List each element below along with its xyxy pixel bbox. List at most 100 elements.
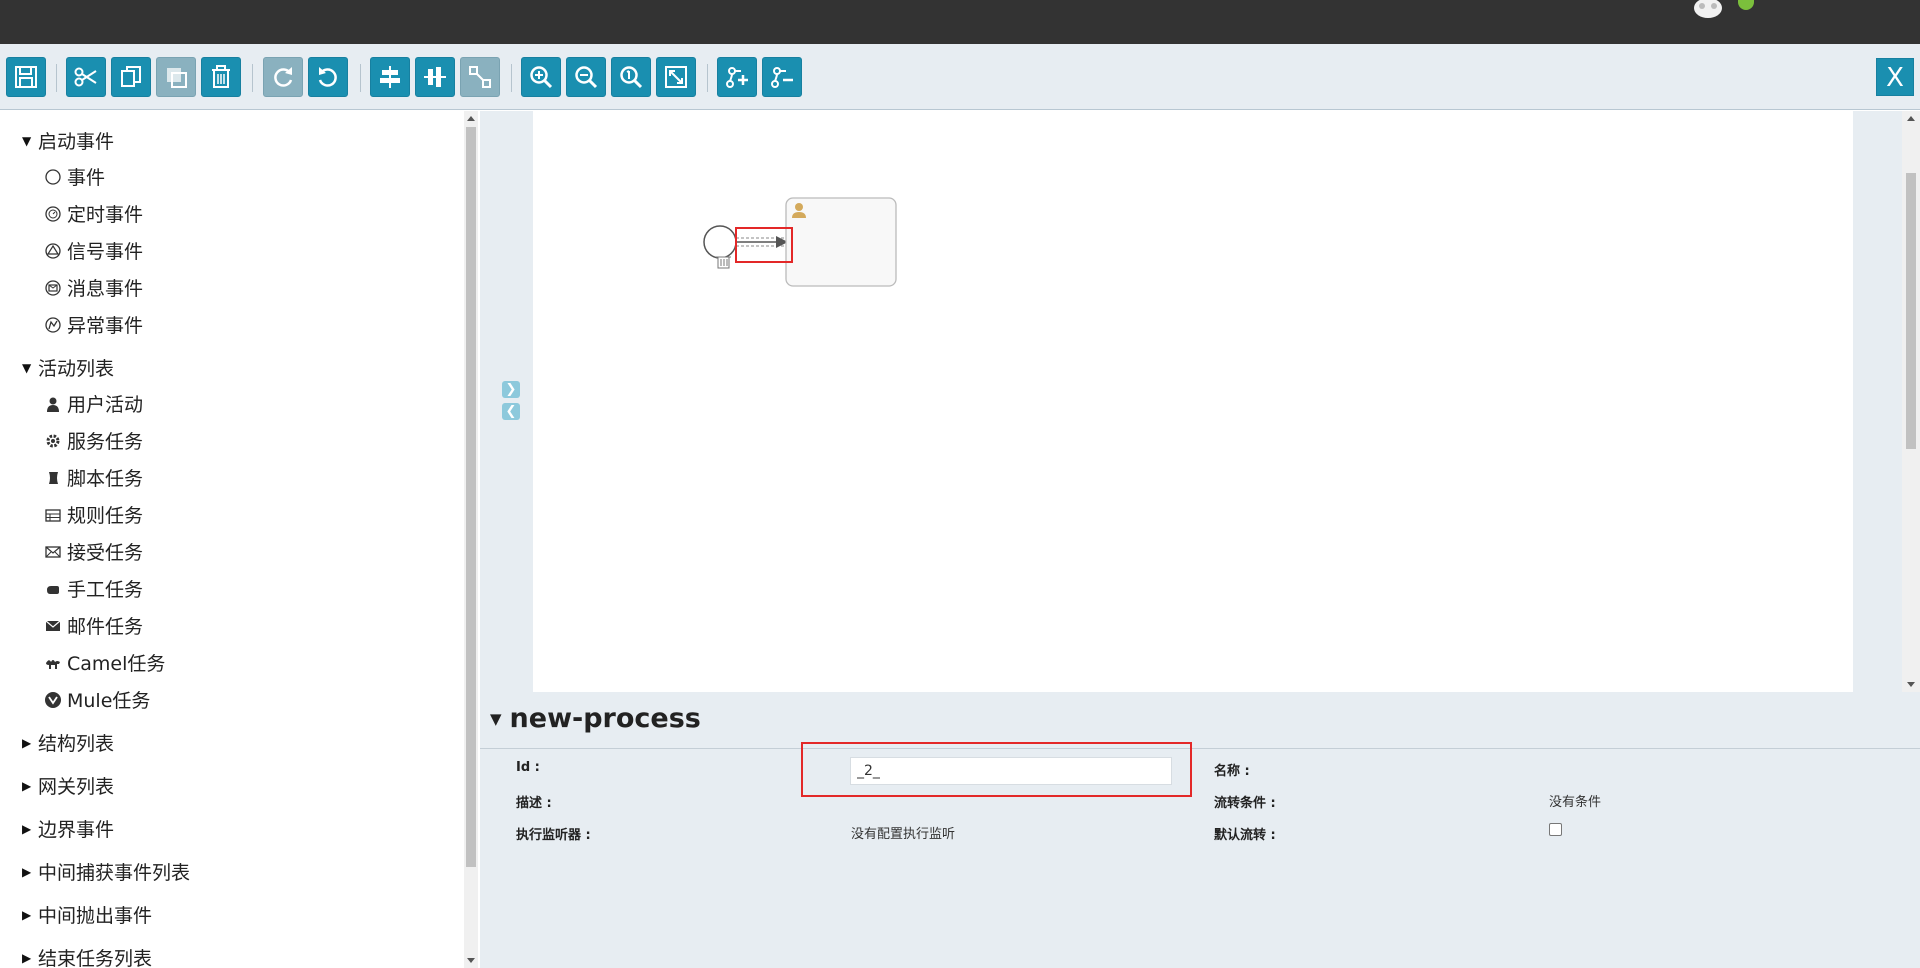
palette-item-label: Mule任务 (67, 690, 151, 712)
diagram-svg (703, 197, 897, 287)
redo-icon (274, 67, 293, 87)
diagram-canvas[interactable] (533, 111, 1853, 692)
user-task-node[interactable] (785, 197, 897, 287)
top-bar (0, 0, 1920, 44)
chevron-down-icon: ▼ (22, 133, 32, 148)
scroll-down-arrow-icon[interactable] (1907, 682, 1915, 687)
chevron-right-icon: ▶ (22, 821, 32, 836)
zoom-actual-button[interactable] (611, 57, 651, 97)
expand-panel-button[interactable]: ❯ (502, 381, 520, 398)
palette-item-label: 手工任务 (67, 579, 144, 601)
palette-item-rule-task[interactable]: 规则任务 (43, 501, 143, 528)
description-label: 描述 : (516, 796, 552, 811)
zoom-in-button[interactable] (521, 57, 561, 97)
palette-group-label: 结束任务列表 (38, 948, 153, 968)
palette-group-end-events[interactable]: ▶ 结束任务列表 (22, 944, 152, 968)
palette-item-mail-task[interactable]: 邮件任务 (43, 612, 143, 639)
delete-button[interactable] (201, 57, 241, 97)
palette-item-message-event[interactable]: 消息事件 (43, 274, 143, 301)
palette-item-manual-task[interactable]: 手工任务 (43, 575, 143, 602)
canvas-scrollbar[interactable] (1902, 111, 1920, 692)
scroll-up-arrow-icon[interactable] (467, 116, 475, 121)
zoom-out-button[interactable] (566, 57, 606, 97)
align-horizontal-icon (380, 66, 400, 88)
start-event-node[interactable] (703, 225, 737, 259)
user-icon (43, 394, 63, 414)
save-button[interactable] (6, 57, 46, 97)
scissors-icon (74, 67, 97, 87)
same-size-button[interactable] (460, 57, 500, 97)
palette-item-label: 定时事件 (67, 204, 144, 226)
palette-item-service-task[interactable]: 服务任务 (43, 427, 143, 454)
palette-item-error-event[interactable]: 异常事件 (43, 311, 143, 338)
envelope-icon (43, 616, 63, 636)
palette-item-signal-event[interactable]: 信号事件 (43, 237, 143, 264)
copy-button[interactable] (111, 57, 151, 97)
chevron-right-icon: ▶ (22, 778, 32, 793)
chevron-right-icon: ▶ (22, 864, 32, 879)
paste-icon (167, 68, 187, 88)
palette-item-label: 接受任务 (67, 542, 144, 564)
scrollbar-thumb[interactable] (1906, 173, 1916, 449)
palette-group-label: 活动列表 (38, 358, 115, 380)
add-bendpoint-button[interactable] (717, 57, 757, 97)
palette-group-intermediate-catch[interactable]: ▶ 中间捕获事件列表 (22, 858, 190, 885)
same-size-icon (469, 66, 491, 88)
undo-button[interactable] (308, 57, 348, 97)
palette-item-timer-event[interactable]: 定时事件 (43, 200, 143, 227)
cut-button[interactable] (66, 57, 106, 97)
palette-group-label: 中间捕获事件列表 (38, 862, 191, 884)
scroll-up-arrow-icon[interactable] (1907, 116, 1915, 121)
palette-item-label: 邮件任务 (67, 616, 144, 638)
online-status-icon (1738, 0, 1754, 10)
palette-group-structures[interactable]: ▶ 结构列表 (22, 729, 114, 756)
toolbar-separator (252, 64, 253, 92)
palette-item-mule-task[interactable]: Mule任务 (43, 686, 150, 713)
remove-bendpoint-icon (771, 67, 793, 88)
user-avatar-icon[interactable] (1688, 0, 1728, 20)
palette-item-script-task[interactable]: 脚本任务 (43, 464, 143, 491)
palette-group-start-events[interactable]: ▼ 启动事件 (22, 127, 114, 154)
palette-group-boundary-events[interactable]: ▶ 边界事件 (22, 815, 114, 842)
camel-icon (43, 653, 63, 673)
palette-item-camel-task[interactable]: Camel任务 (43, 649, 165, 676)
palette-item-receive-task[interactable]: 接受任务 (43, 538, 143, 565)
chevron-right-icon: ▶ (22, 950, 32, 965)
properties-header[interactable]: ▼ new-process (490, 703, 701, 734)
condition-value[interactable]: 没有条件 (1549, 791, 1601, 810)
palette-scrollbar[interactable] (464, 111, 478, 968)
toolbar-separator (707, 64, 708, 92)
close-editor-button[interactable]: X (1876, 58, 1914, 96)
palette-item-user-task[interactable]: 用户活动 (43, 390, 143, 417)
chevron-right-icon: ▶ (22, 735, 32, 750)
palette-item-label: 信号事件 (67, 241, 144, 263)
listener-value[interactable]: 没有配置执行监听 (851, 823, 955, 842)
scrollbar-thumb[interactable] (466, 127, 476, 867)
delete-node-icon[interactable] (716, 256, 731, 269)
palette-item-label: 脚本任务 (67, 468, 144, 490)
table-icon (43, 505, 63, 525)
palette-group-intermediate-throw[interactable]: ▶ 中间抛出事件 (22, 901, 152, 928)
paste-button[interactable] (156, 57, 196, 97)
palette-group-activities[interactable]: ▼ 活动列表 (22, 354, 114, 381)
scroll-down-arrow-icon[interactable] (467, 958, 475, 963)
zoom-in-icon (530, 66, 553, 89)
condition-label: 流转条件 : (1214, 796, 1276, 811)
timer-event-icon (43, 204, 63, 224)
chevron-right-icon: ▶ (22, 907, 32, 922)
palette-item-label: 用户活动 (67, 394, 144, 416)
palette-item-label: 异常事件 (67, 315, 144, 337)
envelope-outline-icon (43, 542, 63, 562)
default-flow-checkbox[interactable] (1549, 823, 1562, 836)
signal-event-icon (43, 241, 63, 261)
palette-item-none-event[interactable]: 事件 (43, 163, 105, 190)
zoom-fit-icon (665, 66, 687, 88)
align-horizontal-button[interactable] (370, 57, 410, 97)
message-event-icon (43, 278, 63, 298)
remove-bendpoint-button[interactable] (762, 57, 802, 97)
align-vertical-button[interactable] (415, 57, 455, 97)
palette-group-gateways[interactable]: ▶ 网关列表 (22, 772, 114, 799)
collapse-panel-button[interactable]: ❮ (502, 403, 520, 420)
zoom-fit-button[interactable] (656, 57, 696, 97)
redo-button[interactable] (263, 57, 303, 97)
